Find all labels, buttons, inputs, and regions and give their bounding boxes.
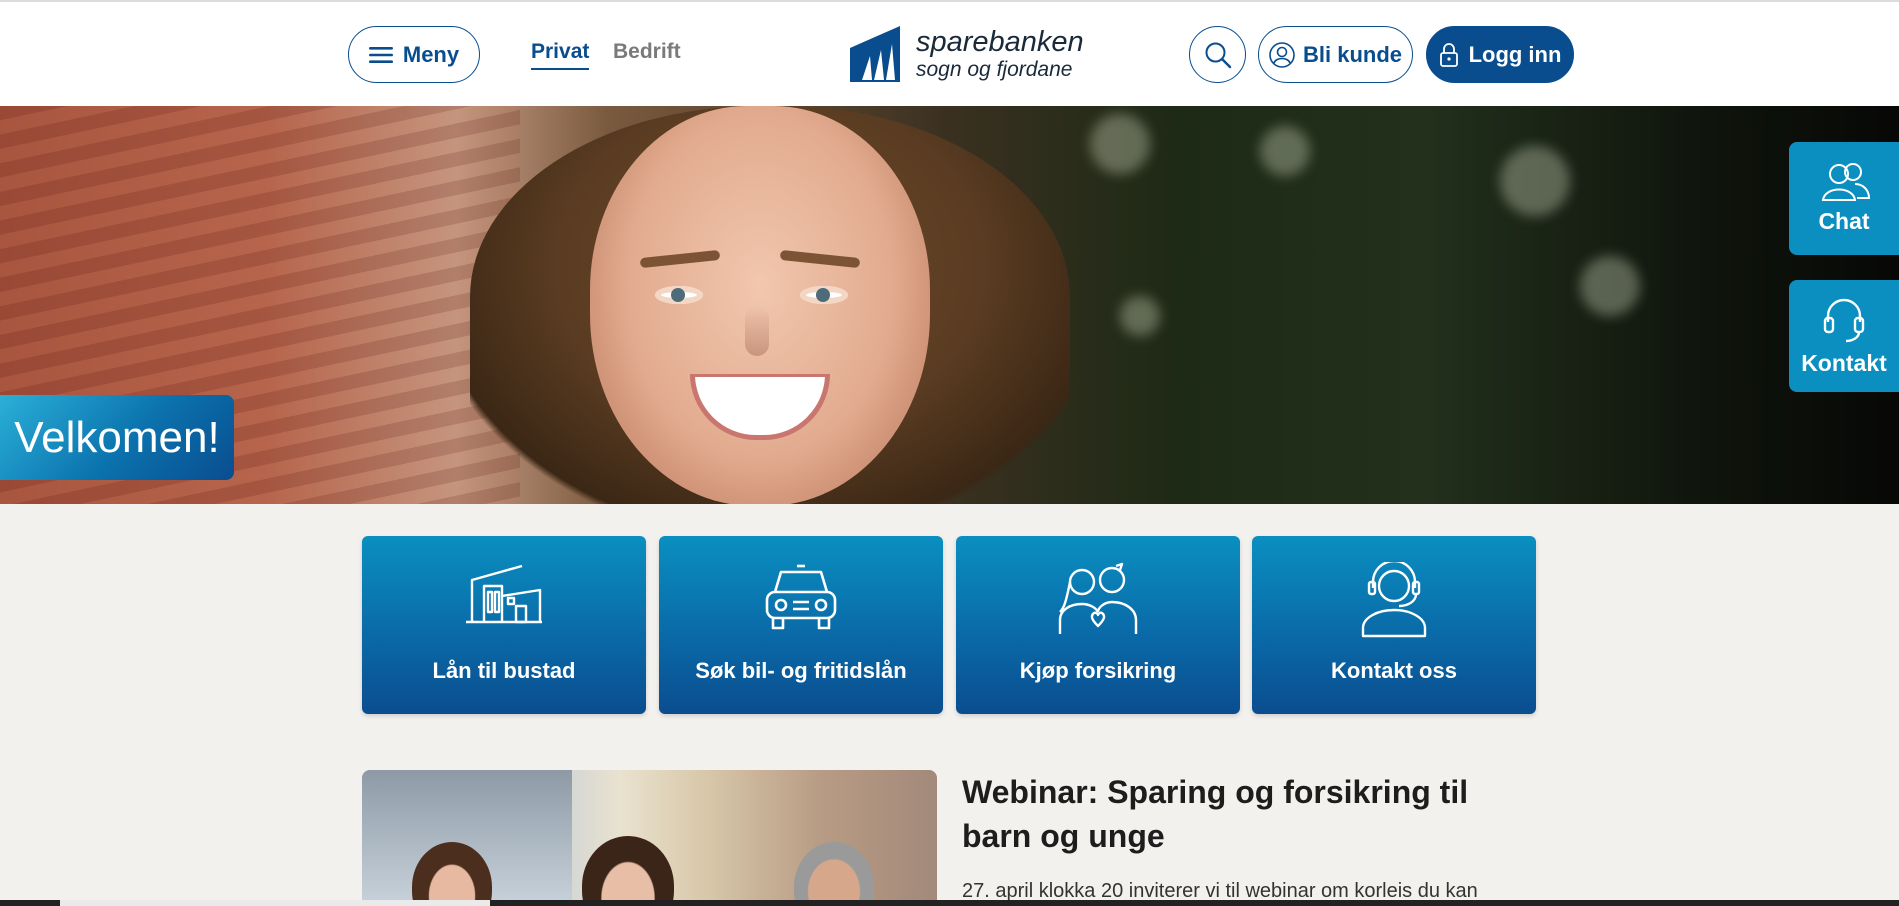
scrollbar-thumb[interactable] bbox=[60, 900, 490, 906]
hero-eye bbox=[800, 286, 848, 304]
house-icon bbox=[466, 564, 542, 624]
tile-kjop-forsikring[interactable]: Kjøp forsikring bbox=[956, 536, 1240, 714]
car-icon bbox=[765, 564, 837, 630]
tile-label: Lån til bustad bbox=[432, 658, 576, 683]
welcome-banner: Velkomen! bbox=[0, 395, 234, 480]
kontakt-label: Kontakt bbox=[1801, 349, 1887, 376]
lock-icon bbox=[1439, 42, 1458, 67]
chat-button[interactable]: Chat bbox=[1789, 142, 1899, 255]
tile-kontakt-oss[interactable]: Kontakt oss bbox=[1252, 536, 1536, 714]
tile-label: Kjøp forsikring bbox=[1019, 658, 1177, 683]
couple-heart-icon bbox=[1058, 562, 1138, 634]
bokeh-light bbox=[1260, 126, 1310, 176]
kontakt-button[interactable]: Kontakt bbox=[1789, 280, 1899, 392]
headset-icon bbox=[1823, 298, 1865, 342]
bottom-scrollbar[interactable] bbox=[0, 900, 1899, 906]
tab-privat[interactable]: Privat bbox=[531, 40, 590, 70]
bank-logo[interactable]: sparebanken sogn og fjordane bbox=[848, 24, 1084, 84]
hero-nose bbox=[745, 306, 769, 356]
logo-mark-icon bbox=[850, 26, 900, 82]
tab-bedrift[interactable]: Bedrift bbox=[613, 40, 681, 64]
menu-label: Meny bbox=[402, 41, 460, 67]
bokeh-light bbox=[1580, 256, 1640, 316]
logg-inn-button[interactable]: Logg inn bbox=[1426, 26, 1574, 83]
site-header: Meny Privat Bedrift sparebanken sogn og … bbox=[0, 2, 1899, 106]
chat-label: Chat bbox=[1818, 208, 1870, 234]
search-icon bbox=[1205, 42, 1231, 68]
webinar-person-head bbox=[794, 842, 874, 906]
bokeh-light bbox=[1120, 296, 1160, 336]
bli-kunde-button[interactable]: Bli kunde bbox=[1258, 26, 1413, 83]
tile-lan-til-bustad[interactable]: Lån til bustad bbox=[362, 536, 646, 714]
tile-sok-bil-og-fritidslan[interactable]: Søk bil- og fritidslån bbox=[659, 536, 943, 714]
webinar-person-head bbox=[582, 836, 674, 906]
hero-eye bbox=[655, 286, 703, 304]
webinar-title[interactable]: Webinar: Sparing og forsikring til barn … bbox=[962, 770, 1542, 858]
tile-label: Kontakt oss bbox=[1331, 658, 1457, 683]
user-icon bbox=[1269, 41, 1295, 68]
webinar-image[interactable] bbox=[362, 770, 937, 906]
hamburger-icon bbox=[368, 46, 393, 63]
hero-banner bbox=[0, 106, 1899, 504]
hero-person-face bbox=[590, 106, 930, 504]
logg-inn-label: Logg inn bbox=[1468, 41, 1562, 67]
bokeh-light bbox=[1500, 146, 1570, 216]
menu-button[interactable]: Meny bbox=[348, 26, 480, 83]
search-button[interactable] bbox=[1189, 26, 1246, 83]
logo-line-2: sogn og fjordane bbox=[916, 58, 1073, 81]
bli-kunde-label: Bli kunde bbox=[1302, 41, 1402, 67]
headset-person-icon bbox=[1361, 562, 1427, 638]
bokeh-light bbox=[1090, 114, 1150, 174]
tile-label: Søk bil- og fritidslån bbox=[695, 658, 907, 683]
people-icon bbox=[1821, 163, 1871, 201]
logo-line-1: sparebanken bbox=[916, 26, 1084, 58]
